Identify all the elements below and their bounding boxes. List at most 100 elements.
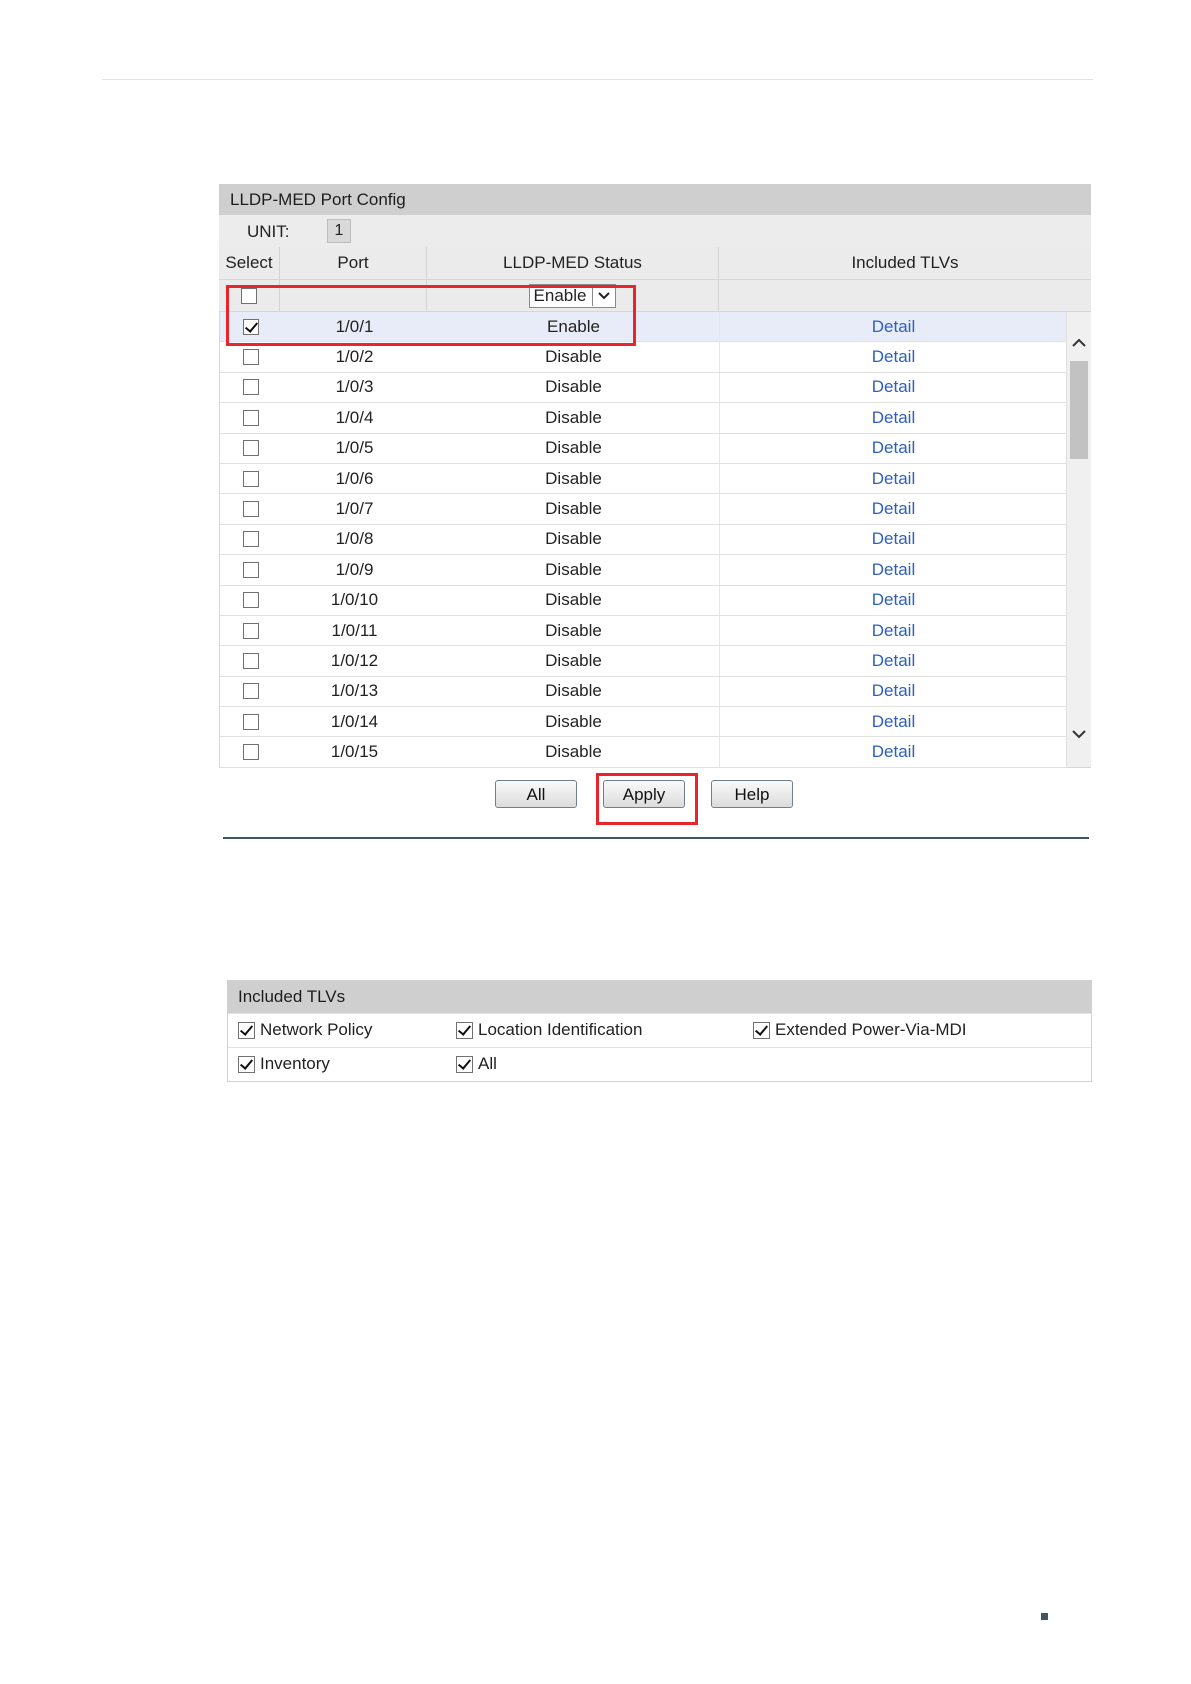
port-cell: 1/0/8 — [335, 529, 374, 549]
location-identification-label: Location Identification — [478, 1020, 643, 1039]
section-separator — [223, 837, 1089, 839]
status-cell: Disable — [428, 524, 720, 555]
port-cell: 1/0/4 — [335, 407, 374, 427]
port-cell: 1/0/15 — [330, 742, 379, 762]
column-header-tlvs: Included TLVs — [851, 253, 959, 272]
status-cell: Disable — [428, 403, 720, 433]
network-policy-option[interactable]: Network Policy — [238, 1020, 372, 1040]
table-scrollbar[interactable] — [1066, 312, 1091, 767]
status-cell: Disable — [428, 463, 720, 494]
all-button[interactable]: All — [495, 780, 577, 808]
row-select-checkbox[interactable] — [242, 440, 259, 457]
location-identification-checkbox[interactable] — [456, 1021, 473, 1039]
inventory-option[interactable]: Inventory — [238, 1054, 330, 1074]
table-row: 1/0/10 Disable Detail — [220, 585, 1067, 616]
status-cell: Disable — [428, 585, 720, 615]
table-row: 1/0/3 Disable Detail — [220, 372, 1067, 404]
lldp-med-port-config-panel: LLDP-MED Port Config UNIT: 1 Select Port… — [219, 184, 1091, 832]
table-row: 1/0/8 Disable Detail — [220, 524, 1067, 556]
row-select-checkbox[interactable] — [242, 349, 259, 366]
port-table-body: 1/0/1 Enable Detail 1/0/2 Disable Detail 1/0/3… — [219, 312, 1091, 768]
network-policy-checkbox[interactable] — [238, 1021, 255, 1039]
row-select-checkbox[interactable] — [242, 501, 259, 518]
row-select-checkbox[interactable] — [242, 622, 259, 639]
panel-title: LLDP-MED Port Config — [219, 184, 1091, 215]
port-cell: 1/0/11 — [331, 620, 378, 640]
table-row: 1/0/4 Disable Detail — [220, 403, 1067, 434]
detail-link[interactable]: Detail — [872, 712, 915, 732]
extended-power-label: Extended Power-Via-MDI — [775, 1020, 967, 1039]
status-cell: Disable — [428, 646, 720, 676]
tlv-row-1: Network Policy Location Identification E… — [228, 1013, 1091, 1047]
scroll-up-icon[interactable] — [1070, 334, 1088, 352]
port-cell: 1/0/7 — [335, 499, 374, 519]
location-identification-option[interactable]: Location Identification — [456, 1020, 642, 1040]
port-cell: 1/0/12 — [330, 650, 379, 670]
status-cell: Disable — [428, 433, 720, 463]
help-button[interactable]: Help — [711, 780, 793, 808]
detail-link[interactable]: Detail — [872, 681, 915, 701]
status-cell: Disable — [428, 342, 720, 372]
table-row: 1/0/7 Disable Detail — [220, 494, 1067, 525]
table-row: 1/0/5 Disable Detail — [220, 433, 1067, 464]
scrollbar-thumb[interactable] — [1070, 361, 1088, 459]
inventory-checkbox[interactable] — [238, 1055, 255, 1073]
detail-link[interactable]: Detail — [872, 499, 915, 519]
row-select-checkbox[interactable] — [242, 470, 259, 487]
included-tlvs-panel: Included TLVs Network Policy Location Id… — [227, 980, 1092, 1082]
included-tlvs-title: Included TLVs — [228, 981, 1091, 1013]
network-policy-label: Network Policy — [260, 1020, 373, 1039]
detail-link[interactable]: Detail — [872, 469, 915, 489]
detail-link[interactable]: Detail — [872, 438, 915, 458]
highlight-box-apply — [596, 773, 698, 825]
table-row: 1/0/6 Disable Detail — [220, 463, 1067, 495]
table-row: 1/0/9 Disable Detail — [220, 555, 1067, 586]
all-tlvs-option[interactable]: All — [456, 1054, 497, 1074]
port-cell: 1/0/10 — [330, 590, 379, 610]
detail-link[interactable]: Detail — [872, 621, 915, 641]
status-cell: Disable — [428, 676, 720, 707]
row-select-checkbox[interactable] — [242, 409, 259, 426]
table-row: 1/0/14 Disable Detail — [220, 707, 1067, 738]
tlv-row-2: Inventory All — [228, 1047, 1091, 1081]
row-select-checkbox[interactable] — [242, 592, 259, 609]
detail-link[interactable]: Detail — [872, 590, 915, 610]
detail-link[interactable]: Detail — [872, 560, 915, 580]
row-select-checkbox[interactable] — [242, 744, 259, 761]
unit-1-button[interactable]: 1 — [327, 219, 351, 243]
table-row: 1/0/12 Disable Detail — [220, 646, 1067, 677]
port-cell: 1/0/13 — [330, 681, 379, 701]
unit-row: UNIT: 1 — [219, 215, 1091, 247]
row-select-checkbox[interactable] — [242, 683, 259, 700]
scroll-down-icon[interactable] — [1070, 725, 1088, 743]
all-tlvs-checkbox[interactable] — [456, 1055, 473, 1073]
detail-link[interactable]: Detail — [872, 651, 915, 671]
row-select-checkbox[interactable] — [242, 561, 259, 578]
row-select-checkbox[interactable] — [242, 652, 259, 669]
detail-link[interactable]: Detail — [872, 742, 915, 762]
detail-link[interactable]: Detail — [872, 377, 915, 397]
detail-link[interactable]: Detail — [872, 529, 915, 549]
status-cell: Disable — [428, 707, 720, 737]
status-cell: Disable — [428, 372, 720, 403]
port-rows: 1/0/1 Enable Detail 1/0/2 Disable Detail 1/0/3… — [220, 312, 1067, 768]
table-row: 1/0/13 Disable Detail — [220, 676, 1067, 708]
table-header: Select Port LLDP-MED Status Included TLV… — [219, 247, 1091, 280]
extended-power-option[interactable]: Extended Power-Via-MDI — [753, 1020, 967, 1040]
row-select-checkbox[interactable] — [242, 379, 259, 396]
port-cell: 1/0/2 — [335, 347, 374, 367]
detail-link[interactable]: Detail — [872, 408, 915, 428]
status-cell: Disable — [428, 615, 720, 646]
detail-link[interactable]: Detail — [872, 317, 915, 337]
port-cell: 1/0/6 — [335, 468, 374, 488]
status-cell: Disable — [428, 737, 720, 767]
row-select-checkbox[interactable] — [242, 531, 259, 548]
row-select-checkbox[interactable] — [242, 713, 259, 730]
column-header-port: Port — [280, 247, 427, 279]
status-cell: Disable — [428, 555, 720, 585]
table-row: 1/0/11 Disable Detail — [220, 615, 1067, 647]
extended-power-checkbox[interactable] — [753, 1021, 770, 1039]
page-header-rule — [102, 79, 1093, 80]
detail-link[interactable]: Detail — [872, 347, 915, 367]
table-row: 1/0/2 Disable Detail — [220, 342, 1067, 373]
